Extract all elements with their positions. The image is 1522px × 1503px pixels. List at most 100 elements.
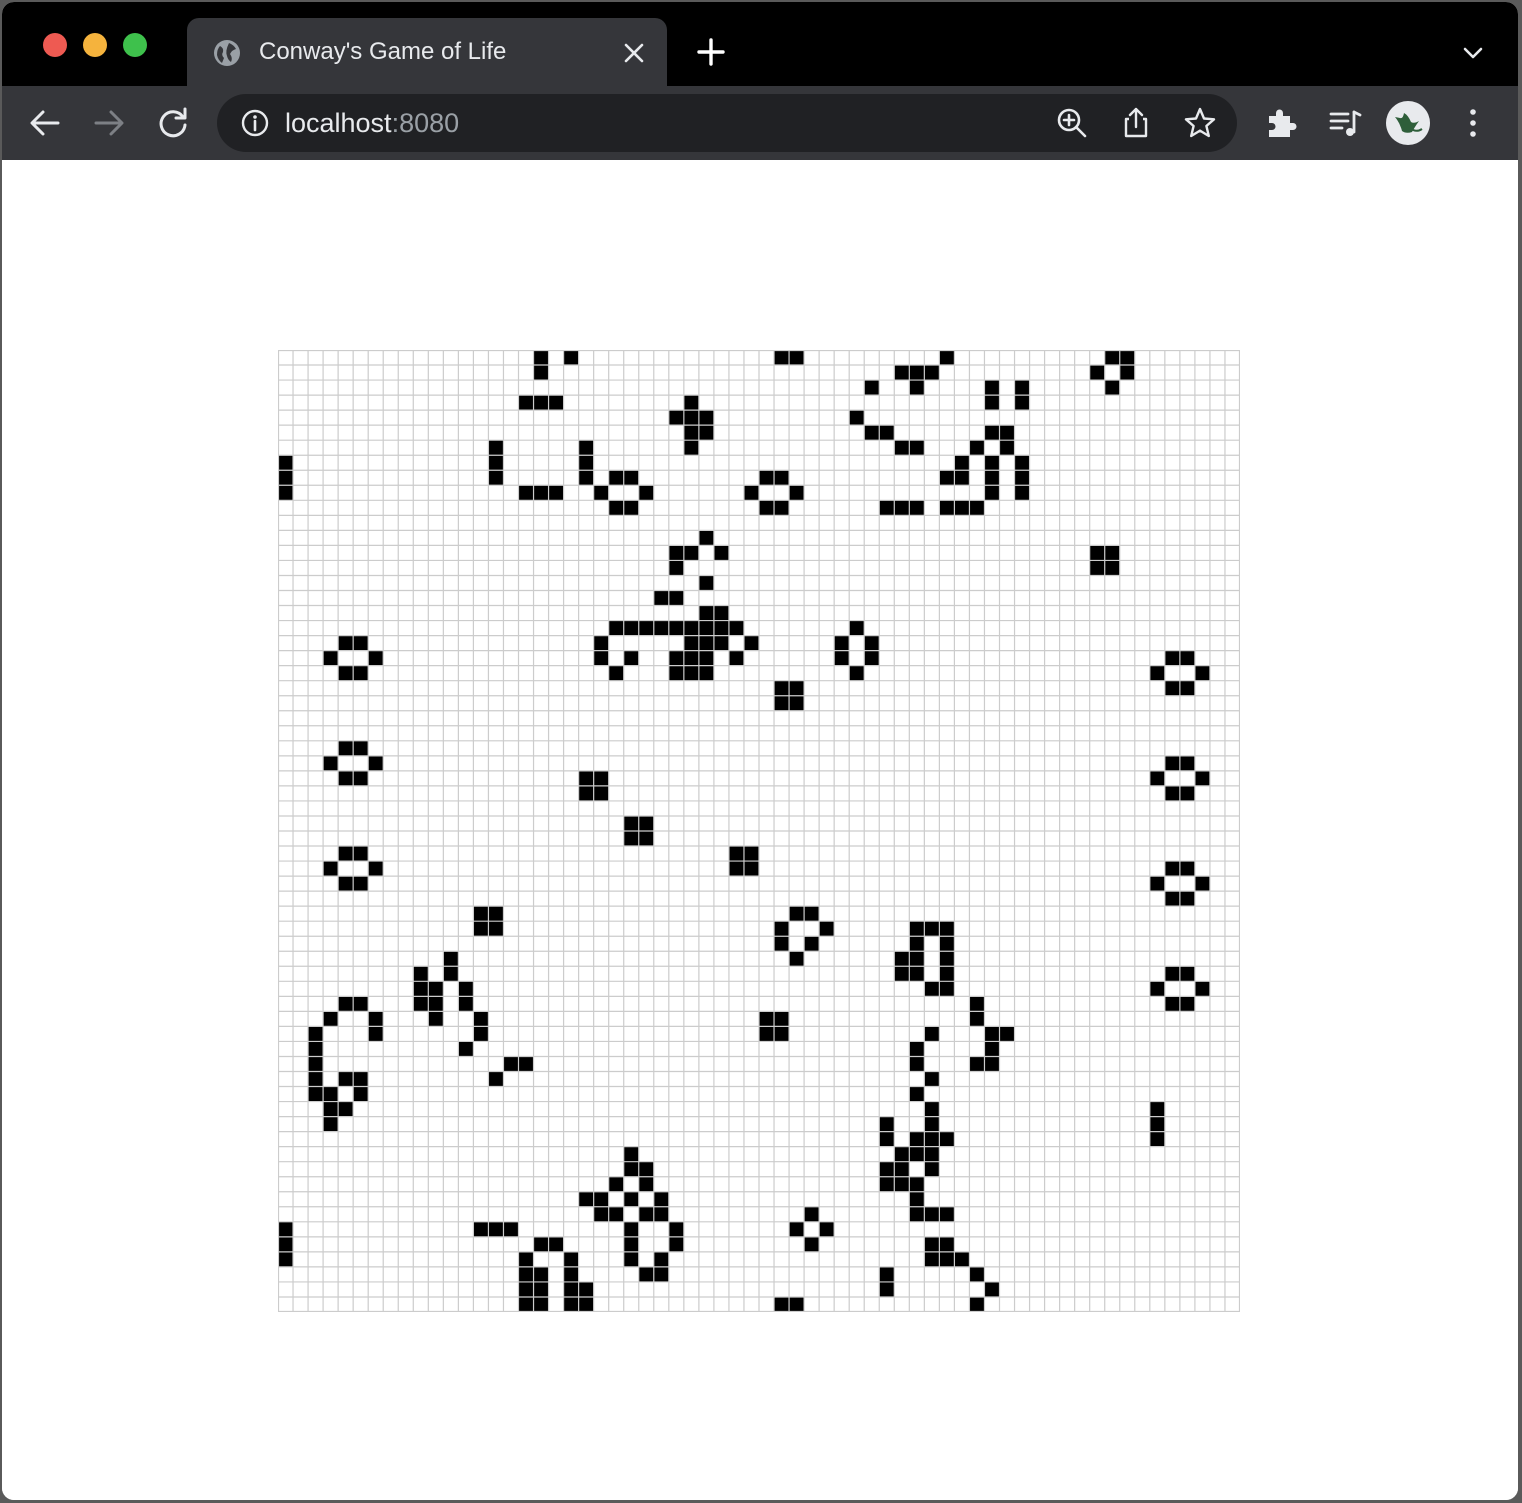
live-cell[interactable]	[323, 861, 339, 877]
live-cell[interactable]	[533, 1296, 549, 1312]
live-cell[interactable]	[353, 876, 369, 892]
live-cell[interactable]	[774, 695, 790, 711]
live-cell[interactable]	[894, 966, 910, 982]
live-cell[interactable]	[939, 350, 955, 366]
live-cell[interactable]	[774, 680, 790, 696]
live-cell[interactable]	[623, 1251, 639, 1267]
live-cell[interactable]	[789, 680, 805, 696]
live-cell[interactable]	[924, 1131, 940, 1147]
live-cell[interactable]	[308, 1041, 324, 1057]
live-cell[interactable]	[909, 1146, 925, 1162]
live-cell[interactable]	[518, 485, 534, 501]
live-cell[interactable]	[308, 1026, 324, 1042]
live-cell[interactable]	[924, 1251, 940, 1267]
live-cell[interactable]	[683, 665, 699, 681]
live-cell[interactable]	[924, 1161, 940, 1177]
live-cell[interactable]	[443, 966, 459, 982]
live-cell[interactable]	[939, 1206, 955, 1222]
live-cell[interactable]	[593, 650, 609, 666]
live-cell[interactable]	[458, 996, 474, 1012]
live-cell[interactable]	[278, 1236, 294, 1252]
live-cell[interactable]	[368, 755, 384, 771]
live-cell[interactable]	[939, 921, 955, 937]
live-cell[interactable]	[1179, 650, 1195, 666]
live-cell[interactable]	[578, 1281, 594, 1297]
live-cell[interactable]	[879, 1266, 895, 1282]
chevron-down-icon[interactable]	[1460, 40, 1486, 66]
live-cell[interactable]	[774, 936, 790, 952]
live-cell[interactable]	[774, 470, 790, 486]
live-cell[interactable]	[638, 815, 654, 831]
live-cell[interactable]	[488, 440, 504, 456]
live-cell[interactable]	[563, 1251, 579, 1267]
live-cell[interactable]	[924, 1026, 940, 1042]
live-cell[interactable]	[638, 831, 654, 847]
live-cell[interactable]	[909, 1191, 925, 1207]
live-cell[interactable]	[518, 1281, 534, 1297]
live-cell[interactable]	[954, 470, 970, 486]
live-cell[interactable]	[924, 1146, 940, 1162]
game-grid[interactable]	[278, 350, 1240, 1312]
live-cell[interactable]	[999, 440, 1015, 456]
live-cell[interactable]	[789, 1296, 805, 1312]
live-cell[interactable]	[623, 650, 639, 666]
live-cell[interactable]	[909, 440, 925, 456]
live-cell[interactable]	[278, 1221, 294, 1237]
share-icon[interactable]	[1119, 106, 1153, 140]
live-cell[interactable]	[623, 831, 639, 847]
live-cell[interactable]	[533, 485, 549, 501]
window-minimize-button[interactable]	[83, 33, 107, 57]
live-cell[interactable]	[323, 1011, 339, 1027]
live-cell[interactable]	[698, 575, 714, 591]
info-icon[interactable]	[239, 107, 271, 139]
live-cell[interactable]	[909, 951, 925, 967]
live-cell[interactable]	[774, 1011, 790, 1027]
live-cell[interactable]	[924, 1101, 940, 1117]
live-cell[interactable]	[879, 1281, 895, 1297]
live-cell[interactable]	[834, 650, 850, 666]
live-cell[interactable]	[323, 1101, 339, 1117]
live-cell[interactable]	[879, 1131, 895, 1147]
live-cell[interactable]	[789, 350, 805, 366]
live-cell[interactable]	[578, 770, 594, 786]
live-cell[interactable]	[353, 846, 369, 862]
live-cell[interactable]	[894, 951, 910, 967]
live-cell[interactable]	[653, 620, 669, 636]
live-cell[interactable]	[759, 500, 775, 516]
live-cell[interactable]	[338, 876, 354, 892]
live-cell[interactable]	[518, 1296, 534, 1312]
live-cell[interactable]	[1164, 785, 1180, 801]
live-cell[interactable]	[353, 635, 369, 651]
live-cell[interactable]	[698, 635, 714, 651]
live-cell[interactable]	[323, 1116, 339, 1132]
live-cell[interactable]	[488, 455, 504, 471]
live-cell[interactable]	[939, 966, 955, 982]
live-cell[interactable]	[593, 635, 609, 651]
live-cell[interactable]	[473, 906, 489, 922]
live-cell[interactable]	[578, 1296, 594, 1312]
extensions-puzzle-icon[interactable]	[1264, 106, 1298, 140]
live-cell[interactable]	[623, 1161, 639, 1177]
live-cell[interactable]	[353, 770, 369, 786]
live-cell[interactable]	[728, 650, 744, 666]
live-cell[interactable]	[518, 395, 534, 411]
live-cell[interactable]	[638, 485, 654, 501]
live-cell[interactable]	[698, 665, 714, 681]
live-cell[interactable]	[879, 500, 895, 516]
window-close-button[interactable]	[43, 33, 67, 57]
live-cell[interactable]	[668, 590, 684, 606]
live-cell[interactable]	[713, 605, 729, 621]
live-cell[interactable]	[473, 1011, 489, 1027]
live-cell[interactable]	[894, 1176, 910, 1192]
live-cell[interactable]	[1089, 365, 1105, 381]
live-cell[interactable]	[1194, 770, 1210, 786]
live-cell[interactable]	[789, 695, 805, 711]
live-cell[interactable]	[578, 1191, 594, 1207]
live-cell[interactable]	[458, 981, 474, 997]
live-cell[interactable]	[909, 1176, 925, 1192]
live-cell[interactable]	[1179, 680, 1195, 696]
live-cell[interactable]	[368, 1011, 384, 1027]
live-cell[interactable]	[683, 395, 699, 411]
live-cell[interactable]	[353, 740, 369, 756]
live-cell[interactable]	[984, 380, 1000, 396]
